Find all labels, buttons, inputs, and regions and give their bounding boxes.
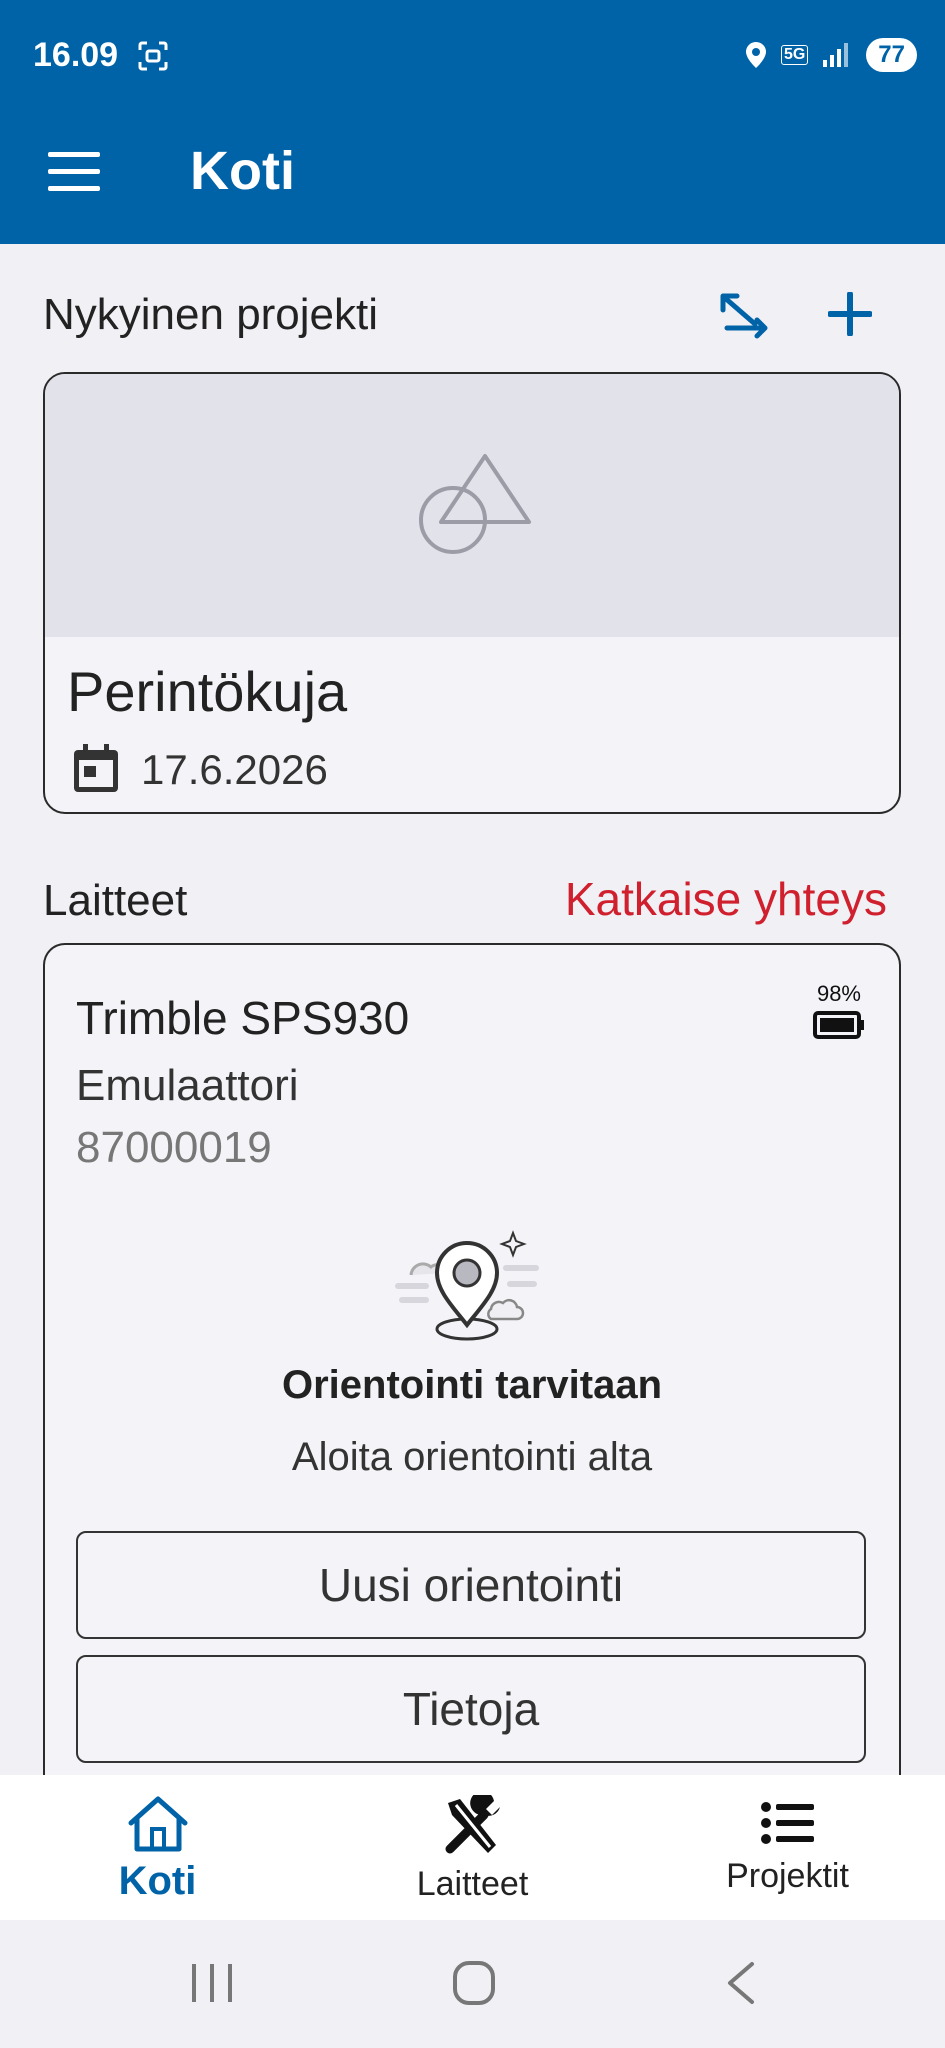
orientation-subtitle: Aloita orientointi alta <box>291 1435 653 1479</box>
device-type: Emulaattori <box>76 1061 299 1110</box>
shapes-placeholder-icon <box>419 454 531 554</box>
location-icon <box>745 42 766 68</box>
status-time: 16.09 <box>33 36 119 74</box>
tools-icon <box>445 1795 500 1854</box>
status-bar: 16.09 5G 77 <box>0 0 945 116</box>
battery-icon <box>813 1011 864 1039</box>
signal-icon <box>823 43 849 67</box>
menu-icon[interactable] <box>48 152 100 192</box>
app-bar: 16.09 5G 77 Koti <box>0 0 945 244</box>
nav-item-projektit[interactable]: Projektit <box>630 1775 945 1920</box>
status-icons: 5G 77 <box>745 38 917 72</box>
calendar-icon <box>74 744 118 792</box>
system-navigation-bar <box>0 1920 945 2048</box>
info-button[interactable]: Tietoja <box>76 1655 866 1763</box>
nav-item-laitteet[interactable]: Laitteet <box>315 1775 630 1920</box>
project-card[interactable]: Perintökuja 17.6.2026 <box>43 372 901 814</box>
recent-apps-icon[interactable] <box>190 1960 234 2006</box>
device-serial: 87000019 <box>76 1123 272 1172</box>
device-battery-percent: 98% <box>816 981 861 1006</box>
battery-indicator: 77 <box>866 38 917 72</box>
nav-item-koti[interactable]: Koti <box>0 1775 315 1920</box>
device-card: Trimble SPS930 98% Emulaattori 87000019 … <box>43 943 901 1843</box>
new-orientation-button[interactable]: Uusi orientointi <box>76 1531 866 1639</box>
project-date: 17.6.2026 <box>141 746 328 793</box>
add-project-icon[interactable] <box>828 292 872 336</box>
project-name: Perintökuja <box>67 660 348 723</box>
network-type: 5G <box>780 45 809 65</box>
current-project-heading: Nykyinen projekti <box>43 290 379 339</box>
back-icon[interactable] <box>724 1960 758 2006</box>
device-name: Trimble SPS930 <box>76 992 410 1044</box>
orientation-title: Orientointi tarvitaan <box>281 1363 663 1407</box>
disconnect-link[interactable]: Katkaise yhteys <box>565 872 887 926</box>
bottom-navigation: Koti Laitteet Projektit <box>0 1775 945 1920</box>
swap-project-icon[interactable] <box>715 290 773 346</box>
home-icon <box>128 1796 187 1852</box>
orientation-location-icon <box>395 1230 539 1341</box>
nav-label-projektit: Projektit <box>726 1857 849 1895</box>
devices-heading: Laitteet <box>43 876 188 925</box>
nav-label-laitteet: Laitteet <box>416 1865 529 1903</box>
screenshot-icon <box>138 41 168 71</box>
home-button-icon[interactable] <box>452 1960 496 2006</box>
page-title: Koti <box>190 141 295 201</box>
nav-label-koti: Koti <box>118 1859 197 1903</box>
project-thumbnail <box>45 374 899 637</box>
list-icon <box>760 1802 814 1844</box>
